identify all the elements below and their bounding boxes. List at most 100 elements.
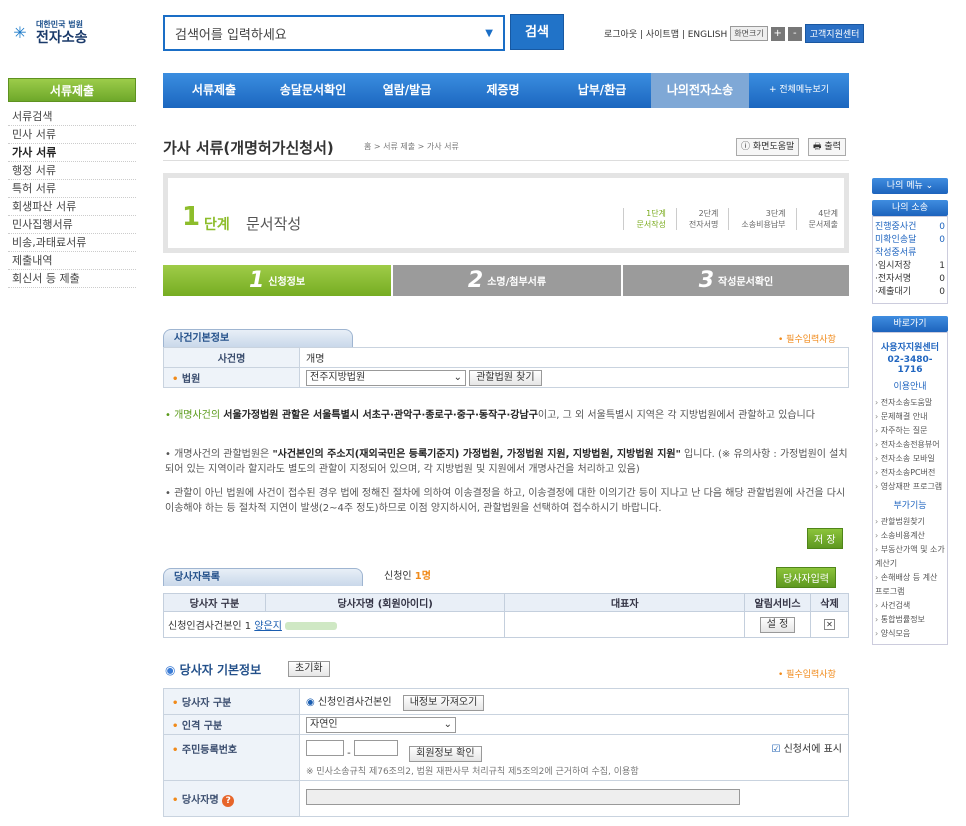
sidebar-title: 서류제출: [8, 78, 136, 102]
breadcrumb: 홈 > 서류 제출 > 가사 서류: [364, 142, 459, 151]
my-case-row[interactable]: 미확인송달 0: [875, 234, 945, 247]
utility-links[interactable]: 로그아웃 | 사이트맵 | ENGLISH: [604, 27, 727, 40]
shortcut-header: 바로가기: [872, 316, 948, 332]
parties-table: 당사자 구분 당사자명 (회원아이디) 대표자 알림서비스 삭제 신청인겸사건본…: [162, 593, 849, 638]
extra-link[interactable]: 통합법률정보: [875, 613, 945, 627]
court-label: • 법원: [163, 367, 300, 388]
extra-header: 부가기능: [893, 501, 927, 511]
party-form: • 당사자 구분 ◉ 신청인겸사건본인 내정보 가져오기 • 인격 구분 자연인…: [163, 688, 849, 817]
my-case-header: 나의 소송: [872, 200, 948, 216]
nav-all-menu[interactable]: + 전체메뉴보기: [749, 73, 849, 108]
nav-item-payment[interactable]: 납부/환급: [553, 73, 651, 108]
checkbox-checked-icon: ☑: [771, 744, 781, 755]
step-number: 1: [182, 202, 201, 232]
sidebar-item[interactable]: 행정 서류: [8, 162, 136, 180]
import-info-button[interactable]: 내정보 가져오기: [402, 694, 485, 711]
my-menu-button[interactable]: 나의 메뉴 ⌄: [872, 178, 948, 194]
zoom-out-button[interactable]: -: [787, 26, 802, 41]
court-logo[interactable]: ✳ 대한민국 법원 전자소송: [8, 20, 87, 46]
person-type-select[interactable]: 자연인 ⌄: [306, 716, 456, 733]
sidebar-item[interactable]: 민사집행서류: [8, 216, 136, 234]
sidebar-item[interactable]: 민사 서류: [8, 126, 136, 144]
sidebar-item-active[interactable]: 가사 서류: [8, 144, 136, 162]
tab-application-info[interactable]: 1 신청정보: [163, 265, 391, 296]
nav-item-certificate[interactable]: 제증명: [453, 73, 553, 108]
my-case-row[interactable]: 작성중서류: [875, 247, 945, 260]
member-check-button[interactable]: 회원정보 확인: [409, 746, 482, 762]
court-select[interactable]: 전주지방법원 ⌄: [306, 369, 466, 386]
my-case-row[interactable]: ·임시저장 1: [875, 260, 945, 273]
left-sidebar: 서류제출 서류검색 민사 서류 가사 서류 행정 서류 특허 서류 회생파산 서…: [8, 78, 136, 288]
person-type-label: • 인격 구분: [163, 714, 300, 735]
support-center-button[interactable]: 고객지원센터: [804, 24, 865, 43]
step-4: 4단계 문서제출: [795, 208, 838, 230]
nav-item-my-case[interactable]: 나의전자소송: [651, 73, 749, 108]
party-basic-title: ◉ 당사자 기본정보: [165, 663, 262, 677]
sidebar-item[interactable]: 비송,과태료서류: [8, 234, 136, 252]
rrn-front-input[interactable]: [306, 740, 344, 756]
note-transfer: • 관할이 아닌 법원에 사건이 접수된 경우 법에 정해진 절차에 의하여 이…: [165, 488, 846, 514]
rrn-cell: - 회원정보 확인 ☑ 신청서에 표시 ※ 민사소송규칙 제76조의2, 법원 …: [299, 734, 849, 781]
chevron-down-icon[interactable]: ▼: [485, 28, 493, 39]
guide-link[interactable]: 전자소송전용뷰어: [875, 438, 945, 452]
extra-link[interactable]: 소송비용계산: [875, 529, 945, 543]
guide-link[interactable]: 전자소송 모바일: [875, 452, 945, 466]
extra-link[interactable]: 양식모음: [875, 627, 945, 641]
party-name-link[interactable]: 양은지: [254, 621, 282, 632]
guide-link[interactable]: 전자소송PC버전: [875, 466, 945, 480]
extra-link[interactable]: 사건검색: [875, 599, 945, 613]
tab-review[interactable]: 3 작성문서확인: [623, 265, 849, 296]
radio-checked-icon[interactable]: ◉: [306, 697, 315, 708]
col-header: 당사자명 (회원아이디): [264, 593, 506, 612]
tab-label: 작성문서확인: [718, 277, 774, 288]
court-cell: 전주지방법원 ⌄ 관할법원 찾기: [299, 367, 849, 388]
my-case-row[interactable]: 진행중사건 0: [875, 221, 945, 234]
guide-link[interactable]: 영상재판 프로그램: [875, 480, 945, 494]
blurred-id: [285, 622, 338, 630]
print-button[interactable]: 🖶 출력: [808, 138, 846, 156]
extra-link[interactable]: 관할법원찾기: [875, 515, 945, 529]
setting-button[interactable]: 설 정: [759, 616, 796, 633]
help-button[interactable]: ⓘ 화면도움말: [736, 138, 800, 156]
step-title: 문서작성: [246, 215, 302, 233]
search-input[interactable]: 검색어를 입력하세요 ▼: [163, 15, 505, 51]
show-on-form-checkbox[interactable]: ☑ 신청서에 표시: [771, 740, 842, 755]
col-header: 당사자 구분: [163, 593, 266, 612]
reset-button[interactable]: 초기화: [288, 661, 330, 677]
person-type-cell: 자연인 ⌄: [299, 714, 849, 735]
party-cell: 신청인겸사건본인 1 양은지: [162, 611, 506, 638]
my-case-row[interactable]: ·제출대기 0: [875, 286, 945, 299]
nav-item-view[interactable]: 열람/발급: [361, 73, 453, 108]
sidebar-item[interactable]: 제출내역: [8, 252, 136, 270]
extra-link[interactable]: 부동산가액 및 소가계산기: [875, 543, 945, 571]
rrn-back-input[interactable]: [353, 740, 398, 756]
sidebar-item[interactable]: 회신서 등 제출: [8, 270, 136, 288]
main-nav: 서류제출 송달문서확인 열람/발급 제증명 납부/환급 나의전자소송 + 전체메…: [163, 73, 849, 108]
nav-item-delivery[interactable]: 송달문서확인: [265, 73, 361, 108]
case-info-header: 사건기본정보: [163, 329, 353, 347]
my-case-row[interactable]: ·전자서명 0: [875, 273, 945, 286]
save-button[interactable]: 저 장: [807, 528, 843, 549]
search-button[interactable]: 검색: [510, 14, 564, 50]
sidebar-item[interactable]: 특허 서류: [8, 180, 136, 198]
guide-link[interactable]: 문제해결 안내: [875, 410, 945, 424]
sidebar-item[interactable]: 서류검색: [8, 108, 136, 126]
delete-icon[interactable]: ✕: [824, 619, 835, 630]
guide-link[interactable]: 자주하는 질문: [875, 424, 945, 438]
tab-number: 1: [248, 268, 265, 293]
party-type-cell: ◉ 신청인겸사건본인 내정보 가져오기: [299, 688, 849, 715]
sidebar-item[interactable]: 회생파산 서류: [8, 198, 136, 216]
add-party-button[interactable]: 당사자입력: [776, 567, 836, 588]
nav-item-submit[interactable]: 서류제출: [163, 73, 265, 108]
find-court-button[interactable]: 관할법원 찾기: [469, 369, 542, 386]
support-center-link[interactable]: 사용자지원센터: [875, 340, 945, 353]
extra-link[interactable]: 손해배상 등 계산 프로그램: [875, 571, 945, 599]
note-jurisdiction: • 개명사건의 관할법원은 "사건본인의 주소지(재외국민은 등록기준지) 가정…: [165, 449, 848, 475]
zoom-in-button[interactable]: +: [770, 26, 785, 41]
search-placeholder: 검색어를 입력하세요: [175, 27, 287, 43]
chevron-down-icon: ⌄: [443, 718, 452, 730]
guide-link[interactable]: 전자소송도움말: [875, 396, 945, 410]
tab-attachments[interactable]: 2 소명/첨부서류: [393, 265, 621, 296]
rrn-label: • 주민등록번호: [163, 734, 300, 781]
party-name-input[interactable]: [306, 789, 740, 805]
